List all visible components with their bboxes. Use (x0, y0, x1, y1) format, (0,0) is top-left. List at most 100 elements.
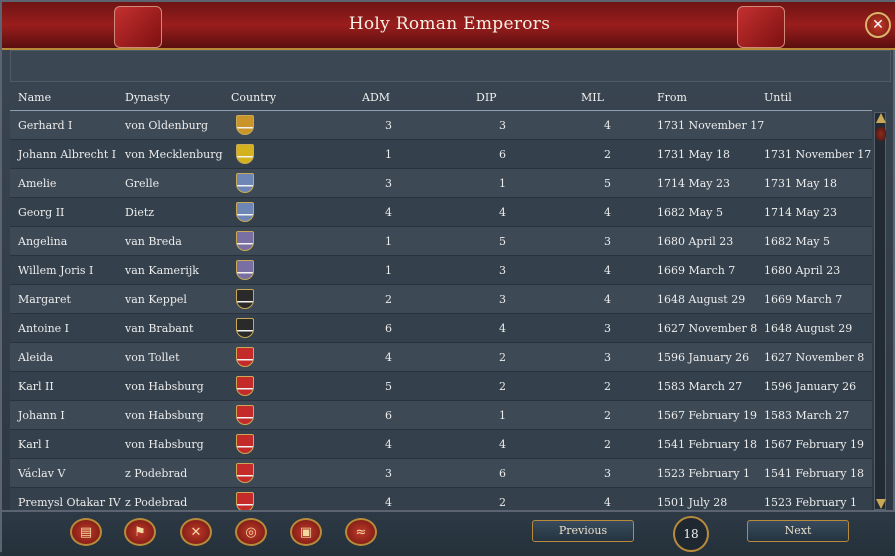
dip-value: 2 (499, 380, 506, 393)
ledger-button[interactable]: ▤ (70, 518, 102, 546)
close-icon: ✕ (872, 17, 884, 33)
mil-value: 2 (604, 409, 611, 422)
country-flag-icon[interactable] (236, 434, 254, 454)
from-date: 1583 March 27 (657, 380, 743, 393)
emperor-name: Johann Albrecht I (18, 148, 117, 161)
from-date: 1596 January 26 (657, 351, 750, 364)
adm-value: 6 (385, 322, 392, 335)
from-date: 1714 May 23 (657, 177, 731, 190)
country-flag-icon[interactable] (236, 376, 254, 396)
emperor-name: Václav V (18, 467, 66, 480)
country-flag-icon[interactable] (236, 405, 254, 425)
trade-button[interactable]: ▣ (290, 518, 322, 546)
table-row[interactable]: Margaret van Keppel 2 3 4 1648 August 29 1669 … (10, 285, 872, 314)
until-date: 1583 March 27 (764, 409, 850, 422)
header-dip[interactable]: DIP (476, 91, 497, 104)
diplomacy-button[interactable]: ≈ (345, 518, 377, 546)
mil-value: 2 (604, 438, 611, 451)
emperor-name: Amelie (18, 177, 57, 190)
military-button[interactable]: ✕ (180, 518, 212, 546)
from-date: 1648 August 29 (657, 293, 746, 306)
scroll-thumb[interactable] (876, 127, 886, 141)
scroll-up-icon[interactable] (876, 113, 886, 123)
mil-value: 4 (604, 206, 611, 219)
adm-value: 5 (385, 380, 392, 393)
table-body: Gerhard I von Oldenburg 3 3 4 1731 November 1… (10, 111, 872, 517)
country-flag-icon[interactable] (236, 260, 254, 280)
dip-value: 4 (499, 322, 506, 335)
table-row[interactable]: Karl II von Habsburg 5 2 2 1583 March 27 1596 … (10, 372, 872, 401)
adm-value: 4 (385, 206, 392, 219)
table-row[interactable]: Willem Joris I van Kamerijk 1 3 4 1669 March … (10, 256, 872, 285)
dynasty-name: von Mecklenburg (125, 148, 223, 161)
country-flag-icon[interactable] (236, 318, 254, 338)
country-flag-icon[interactable] (236, 463, 254, 483)
from-date: 1541 February 18 (657, 438, 757, 451)
dip-value: 5 (499, 235, 506, 248)
adm-value: 1 (385, 264, 392, 277)
table-row[interactable]: Amelie Grelle 3 1 5 1714 May 23 1731 May 18 (10, 169, 872, 198)
from-date: 1731 November 17 (657, 119, 765, 132)
country-flag-icon[interactable] (236, 173, 254, 193)
header-country[interactable]: Country (231, 91, 276, 104)
mil-value: 3 (604, 351, 611, 364)
table-row[interactable]: Johann I von Habsburg 6 1 2 1567 February 19 1… (10, 401, 872, 430)
table-row[interactable]: Gerhard I von Oldenburg 3 3 4 1731 November 1… (10, 111, 872, 140)
table-row[interactable]: Georg II Dietz 4 4 4 1682 May 5 1714 May 23 (10, 198, 872, 227)
flag-button[interactable]: ⚑ (124, 518, 156, 546)
mil-value: 3 (604, 467, 611, 480)
table-row[interactable]: Johann Albrecht I von Mecklenburg 1 6 2 1731 … (10, 140, 872, 169)
dynasty-name: Grelle (125, 177, 160, 190)
country-flag-icon[interactable] (236, 289, 254, 309)
until-date: 1680 April 23 (764, 264, 841, 277)
next-button[interactable]: Next (747, 520, 849, 542)
country-flag-icon[interactable] (236, 231, 254, 251)
banner-scroll-right (737, 6, 785, 48)
ledger-icon: ▤ (79, 524, 93, 540)
from-date: 1501 July 28 (657, 496, 728, 509)
mil-value: 4 (604, 264, 611, 277)
country-flag-icon[interactable] (236, 202, 254, 222)
from-date: 1731 May 18 (657, 148, 731, 161)
mil-value: 4 (604, 293, 611, 306)
emperor-name: Gerhard I (18, 119, 73, 132)
economy-button[interactable]: ◎ (235, 518, 267, 546)
table-row[interactable]: Aleida von Tollet 4 2 3 1596 January 26 1627 N… (10, 343, 872, 372)
dip-value: 2 (499, 496, 506, 509)
header-from[interactable]: From (657, 91, 687, 104)
country-flag-icon[interactable] (236, 492, 254, 512)
emperor-name: Karl II (18, 380, 54, 393)
table-row[interactable]: Angelina van Breda 1 5 3 1680 April 23 1682 Ma… (10, 227, 872, 256)
table-row[interactable]: Václav V z Podebrad 3 6 3 1523 February 1 1541… (10, 459, 872, 488)
dynasty-name: van Kamerijk (125, 264, 199, 277)
scroll-down-icon[interactable] (876, 499, 886, 509)
table-row[interactable]: Karl I von Habsburg 4 4 2 1541 February 18 156… (10, 430, 872, 459)
country-flag-icon[interactable] (236, 115, 254, 135)
scrollbar[interactable] (874, 112, 886, 510)
header-until[interactable]: Until (764, 91, 792, 104)
until-date: 1567 February 19 (764, 438, 864, 451)
emperor-name: Margaret (18, 293, 71, 306)
country-flag-icon[interactable] (236, 144, 254, 164)
title-bar: Holy Roman Emperors ✕ (2, 2, 895, 50)
adm-value: 4 (385, 351, 392, 364)
dynasty-name: van Brabant (125, 322, 194, 335)
table-row[interactable]: Antoine I van Brabant 6 4 3 1627 November 8 16… (10, 314, 872, 343)
country-flag-icon[interactable] (236, 347, 254, 367)
close-button[interactable]: ✕ (865, 12, 891, 38)
header-mil[interactable]: MIL (581, 91, 604, 104)
header-name[interactable]: Name (18, 91, 51, 104)
previous-button[interactable]: Previous (532, 520, 634, 542)
dynasty-name: z Podebrad (125, 496, 188, 509)
emperor-name: Georg II (18, 206, 65, 219)
until-date: 1714 May 23 (764, 206, 838, 219)
mil-value: 5 (604, 177, 611, 190)
flag-icon: ⚑ (134, 524, 146, 540)
emperor-name: Aleida (18, 351, 54, 364)
dip-value: 3 (499, 119, 506, 132)
until-date: 1669 March 7 (764, 293, 843, 306)
header-dynasty[interactable]: Dynasty (125, 91, 170, 104)
dynasty-name: von Oldenburg (125, 119, 209, 132)
header-adm[interactable]: ADM (362, 91, 390, 104)
subheader-bar (10, 50, 891, 82)
